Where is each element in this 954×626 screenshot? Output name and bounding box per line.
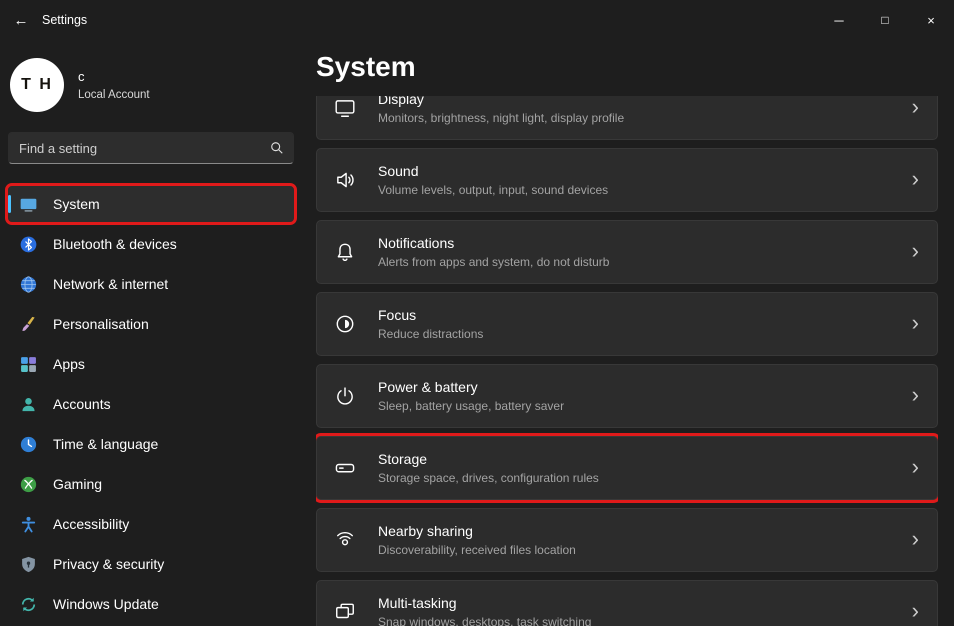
- card-title: Storage: [378, 451, 912, 467]
- sidebar-item-label: Personalisation: [53, 316, 149, 332]
- card-title: Focus: [378, 307, 912, 323]
- card-subtitle: Discoverability, received files location: [378, 543, 912, 557]
- window-controls: ─ □ ×: [816, 0, 954, 40]
- chevron-right-icon: ›: [912, 240, 919, 265]
- account-name: c: [78, 69, 150, 84]
- sidebar-item-gaming[interactable]: Gaming: [8, 466, 294, 502]
- card-focus[interactable]: Focus Reduce distractions ›: [316, 292, 938, 356]
- card-storage[interactable]: Storage Storage space, drives, configura…: [316, 436, 938, 500]
- sidebar-item-time-language[interactable]: Time & language: [8, 426, 294, 462]
- chevron-right-icon: ›: [912, 456, 919, 481]
- chevron-right-icon: ›: [912, 168, 919, 193]
- notifications-icon: [334, 241, 356, 263]
- card-subtitle: Snap windows, desktops, task switching: [378, 615, 912, 626]
- page-title: System: [316, 51, 954, 83]
- card-title: Nearby sharing: [378, 523, 912, 539]
- avatar: T H: [10, 58, 64, 112]
- card-title: Multi-tasking: [378, 595, 912, 611]
- minimize-icon: ─: [834, 13, 843, 28]
- card-notifications[interactable]: Notifications Alerts from apps and syste…: [316, 220, 938, 284]
- chevron-right-icon: ›: [912, 600, 919, 625]
- card-title: Display: [378, 96, 912, 107]
- card-subtitle: Monitors, brightness, night light, displ…: [378, 111, 912, 125]
- search-box: [8, 132, 294, 164]
- multitasking-icon: [334, 601, 356, 623]
- update-arrows-icon: [20, 596, 37, 613]
- back-button[interactable]: ←: [0, 2, 42, 38]
- display-icon: [334, 97, 356, 119]
- sidebar-item-label: Network & internet: [53, 276, 168, 292]
- card-display[interactable]: Display Monitors, brightness, night ligh…: [316, 96, 938, 140]
- card-title: Power & battery: [378, 379, 912, 395]
- sidebar-item-accessibility[interactable]: Accessibility: [8, 506, 294, 542]
- card-multi-tasking[interactable]: Multi-tasking Snap windows, desktops, ta…: [316, 580, 938, 626]
- sidebar-nav: System Bluetooth & devices Network & int…: [8, 184, 294, 624]
- window-title: Settings: [42, 13, 87, 27]
- sidebar-item-label: Windows Update: [53, 596, 159, 612]
- maximize-button[interactable]: □: [862, 0, 908, 40]
- sidebar-item-personalisation[interactable]: Personalisation: [8, 306, 294, 342]
- focus-icon: [334, 313, 356, 335]
- sidebar-item-label: Apps: [53, 356, 85, 372]
- card-subtitle: Volume levels, output, input, sound devi…: [378, 183, 912, 197]
- card-sound[interactable]: Sound Volume levels, output, input, soun…: [316, 148, 938, 212]
- card-power-battery[interactable]: Power & battery Sleep, battery usage, ba…: [316, 364, 938, 428]
- card-subtitle: Storage space, drives, configuration rul…: [378, 471, 912, 485]
- account-summary: T H c Local Account: [8, 48, 294, 132]
- close-icon: ×: [927, 13, 935, 28]
- close-button[interactable]: ×: [908, 0, 954, 40]
- apps-grid-icon: [20, 356, 37, 373]
- back-arrow-icon: ←: [14, 12, 29, 29]
- sidebar-item-windows-update[interactable]: Windows Update: [8, 586, 294, 622]
- card-nearby-sharing[interactable]: Nearby sharing Discoverability, received…: [316, 508, 938, 572]
- xbox-icon: [20, 476, 37, 493]
- sidebar-item-apps[interactable]: Apps: [8, 346, 294, 382]
- card-subtitle: Alerts from apps and system, do not dist…: [378, 255, 912, 269]
- sidebar-item-accounts[interactable]: Accounts: [8, 386, 294, 422]
- chevron-right-icon: ›: [912, 312, 919, 337]
- power-icon: [334, 385, 356, 407]
- card-title: Notifications: [378, 235, 912, 251]
- personalisation-brush-icon: [20, 316, 37, 333]
- sidebar-item-label: Time & language: [53, 436, 158, 452]
- sidebar-item-label: Accessibility: [53, 516, 129, 532]
- maximize-icon: □: [881, 13, 888, 27]
- sidebar-item-network-internet[interactable]: Network & internet: [8, 266, 294, 302]
- search-input[interactable]: [9, 141, 261, 156]
- clock-icon: [20, 436, 37, 453]
- sidebar-item-system[interactable]: System: [8, 186, 294, 222]
- nearby-sharing-icon: [334, 529, 356, 551]
- card-title: Sound: [378, 163, 912, 179]
- minimize-button[interactable]: ─: [816, 0, 862, 40]
- accounts-person-icon: [20, 396, 37, 413]
- titlebar: ← Settings ─ □ ×: [0, 0, 954, 40]
- network-globe-icon: [20, 276, 37, 293]
- sidebar-item-label: Privacy & security: [53, 556, 164, 572]
- storage-icon: [334, 457, 356, 479]
- card-subtitle: Reduce distractions: [378, 327, 912, 341]
- sidebar-item-privacy-security[interactable]: Privacy & security: [8, 546, 294, 582]
- sidebar-item-label: System: [53, 196, 100, 212]
- shield-icon: [20, 556, 37, 573]
- accessibility-person-icon: [20, 516, 37, 533]
- sidebar-item-label: Gaming: [53, 476, 102, 492]
- sidebar-item-label: Accounts: [53, 396, 111, 412]
- chevron-right-icon: ›: [912, 528, 919, 553]
- card-subtitle: Sleep, battery usage, battery saver: [378, 399, 912, 413]
- sidebar: T H c Local Account System Bluetooth & d…: [0, 40, 302, 626]
- sidebar-item-label: Bluetooth & devices: [53, 236, 177, 252]
- chevron-right-icon: ›: [912, 384, 919, 409]
- sound-icon: [334, 169, 356, 191]
- chevron-right-icon: ›: [912, 96, 919, 121]
- sidebar-item-bluetooth-devices[interactable]: Bluetooth & devices: [8, 226, 294, 262]
- search-icon[interactable]: [261, 141, 293, 155]
- account-type: Local Account: [78, 89, 150, 101]
- settings-card-list: Display Monitors, brightness, night ligh…: [316, 96, 938, 626]
- bluetooth-icon: [20, 236, 37, 253]
- main-panel: System Display Monitors, brightness, nig…: [316, 40, 954, 626]
- system-monitor-icon: [20, 196, 37, 213]
